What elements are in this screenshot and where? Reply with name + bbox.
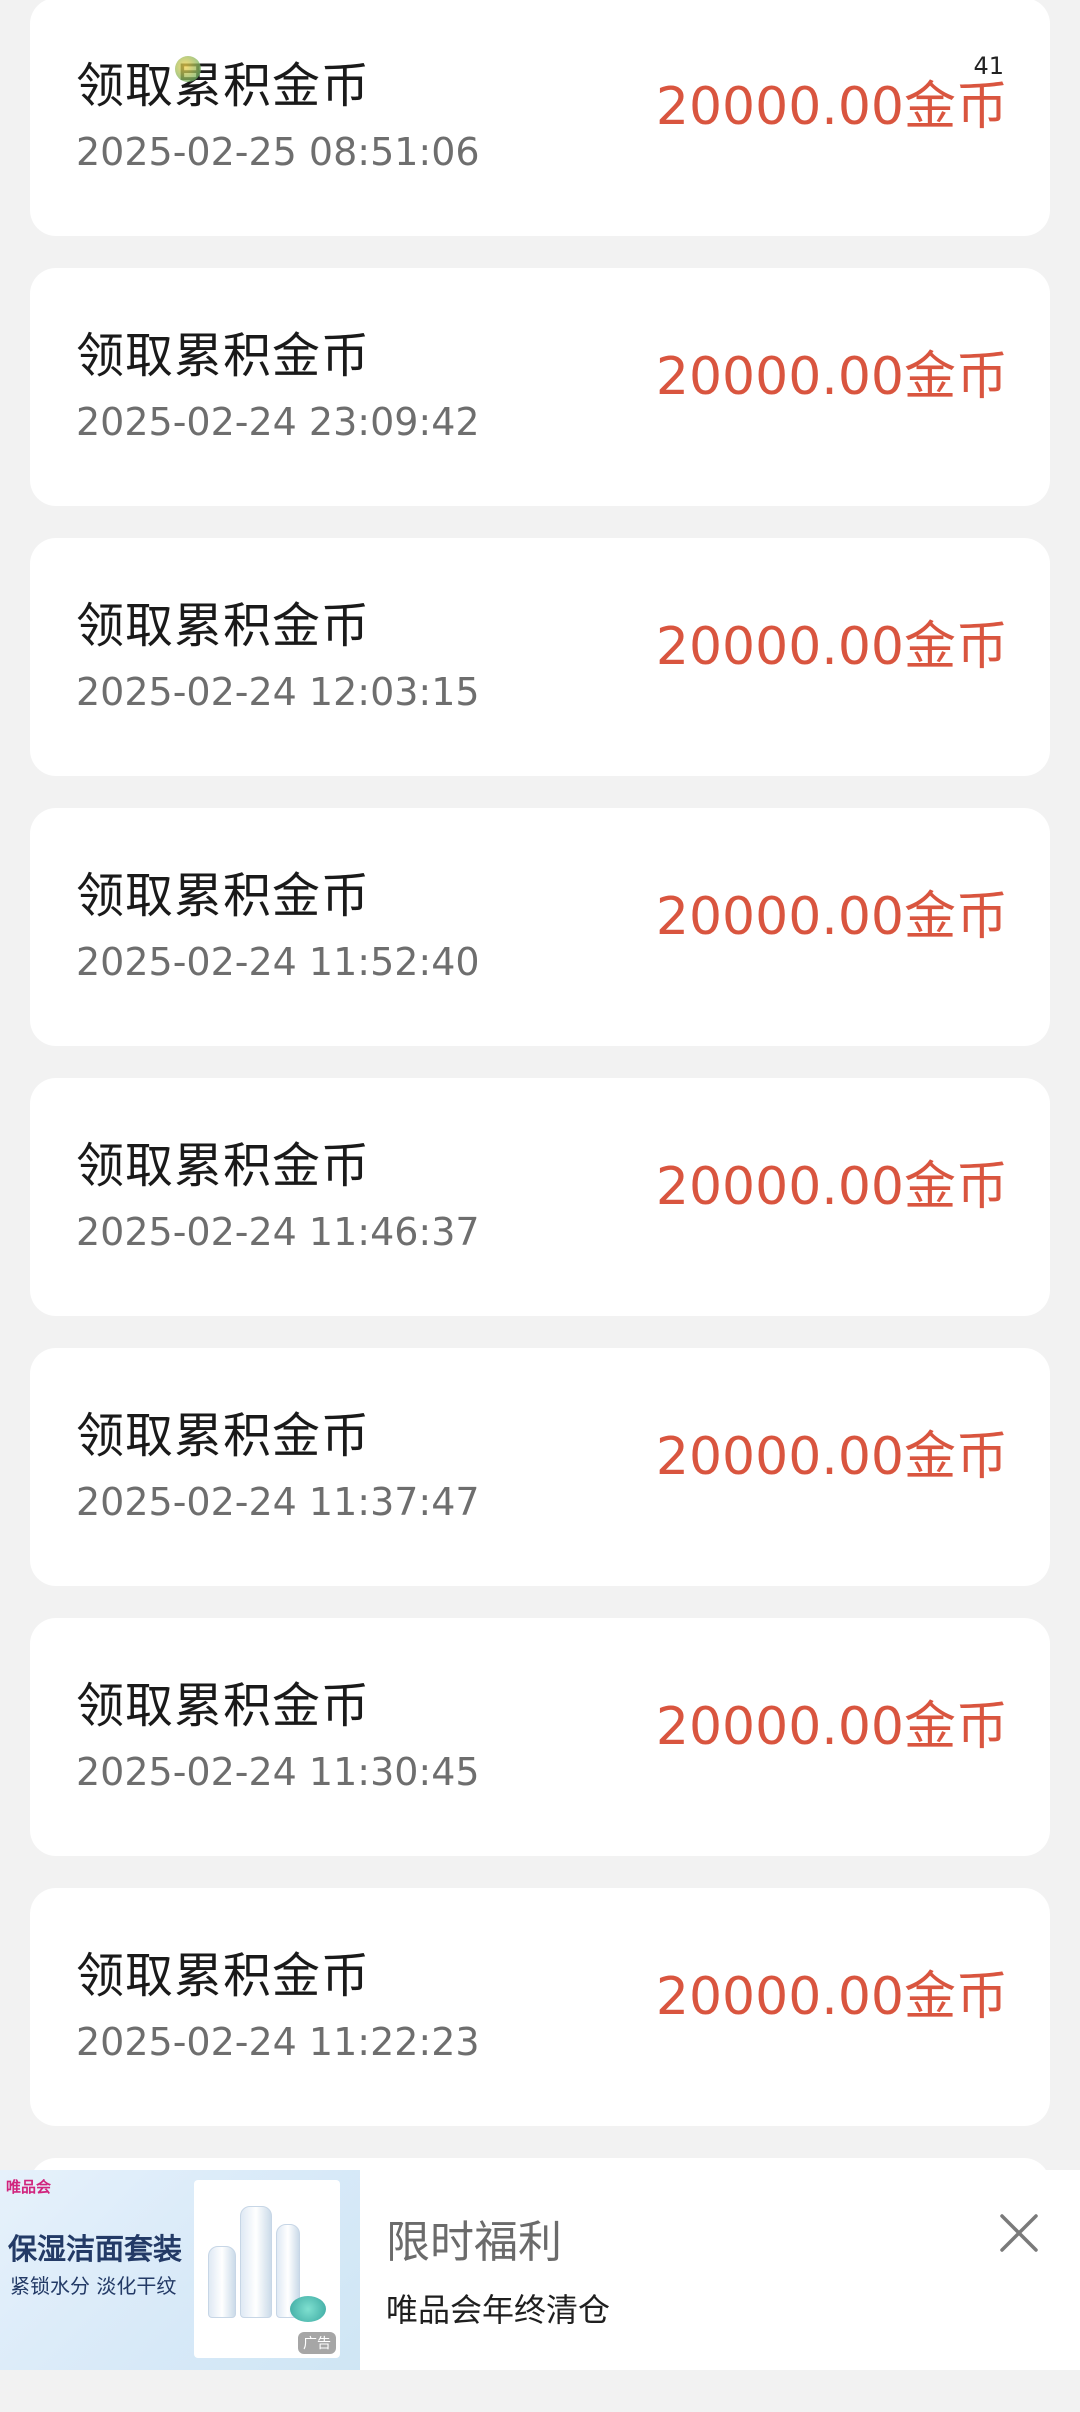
record-time: 2025-02-24 11:52:40 [76, 940, 480, 984]
bottle-icon [240, 2206, 272, 2318]
close-icon[interactable] [996, 2210, 1042, 2256]
list-item[interactable]: 领取累积金币 2025-02-25 08:51:06 20000.00金币 [30, 0, 1050, 236]
list-item[interactable]: 领取累积金币 2025-02-24 11:22:23 20000.00金币 [30, 1888, 1050, 2126]
list-item[interactable]: 领取累积金币 2025-02-24 23:09:42 20000.00金币 [30, 268, 1050, 506]
ad-image[interactable]: 唯品会 保湿洁面套装 紧锁水分 淡化干纹 广告 [0, 2170, 360, 2370]
record-amount: 20000.00金币 [655, 887, 1008, 947]
record-time: 2025-02-25 08:51:06 [76, 130, 480, 174]
product-image: 广告 [194, 2180, 340, 2358]
record-amount: 20000.00金币 [655, 1157, 1008, 1217]
ad-image-subline: 紧锁水分 淡化干纹 [10, 2274, 177, 2298]
record-amount: 20000.00金币 [655, 347, 1008, 407]
jar-icon [290, 2296, 326, 2322]
record-title: 领取累积金币 [76, 1138, 371, 1194]
bottom-strip [0, 2370, 1080, 2412]
record-time: 2025-02-24 11:46:37 [76, 1210, 480, 1254]
record-amount: 20000.00金币 [655, 1427, 1008, 1487]
record-title: 领取累积金币 [76, 58, 371, 114]
record-title: 领取累积金币 [76, 868, 371, 924]
record-title: 领取累积金币 [76, 1678, 371, 1734]
ad-title[interactable]: 限时福利 [386, 2206, 562, 2270]
ad-tag: 广告 [298, 2332, 336, 2354]
record-amount: 20000.00金币 [655, 617, 1008, 677]
bottle-icon [208, 2246, 236, 2318]
record-time: 2025-02-24 11:37:47 [76, 1480, 480, 1524]
record-title: 领取累积金币 [76, 1948, 371, 2004]
record-title: 领取累积金币 [76, 328, 371, 384]
list-item[interactable]: 领取累积金币 2025-02-24 11:46:37 20000.00金币 [30, 1078, 1050, 1316]
list-item[interactable]: 领取累积金币 2025-02-24 11:37:47 20000.00金币 [30, 1348, 1050, 1586]
ad-image-headline: 保湿洁面套装 [8, 2232, 183, 2266]
list-item[interactable]: 领取累积金币 2025-02-24 12:03:15 20000.00金币 [30, 538, 1050, 776]
record-title: 领取累积金币 [76, 1408, 371, 1464]
ad-banner[interactable]: 唯品会 保湿洁面套装 紧锁水分 淡化干纹 广告 限时福利 唯品会年终清仓 [0, 2170, 1080, 2370]
record-title: 领取累积金币 [76, 598, 371, 654]
record-time: 2025-02-24 12:03:15 [76, 670, 480, 714]
ad-subtitle[interactable]: 唯品会年终清仓 [386, 2285, 610, 2331]
record-time: 2025-02-24 11:22:23 [76, 2020, 480, 2064]
record-amount: 20000.00金币 [655, 1697, 1008, 1757]
record-amount: 20000.00金币 [655, 1967, 1008, 2027]
record-amount: 20000.00金币 [655, 77, 1008, 137]
record-time: 2025-02-24 11:30:45 [76, 1750, 480, 1794]
ad-brand-logo: 唯品会 [6, 2178, 52, 2196]
record-time: 2025-02-24 23:09:42 [76, 400, 480, 444]
list-item[interactable]: 领取累积金币 2025-02-24 11:52:40 20000.00金币 [30, 808, 1050, 1046]
list-item[interactable]: 领取累积金币 2025-02-24 11:30:45 20000.00金币 [30, 1618, 1050, 1856]
